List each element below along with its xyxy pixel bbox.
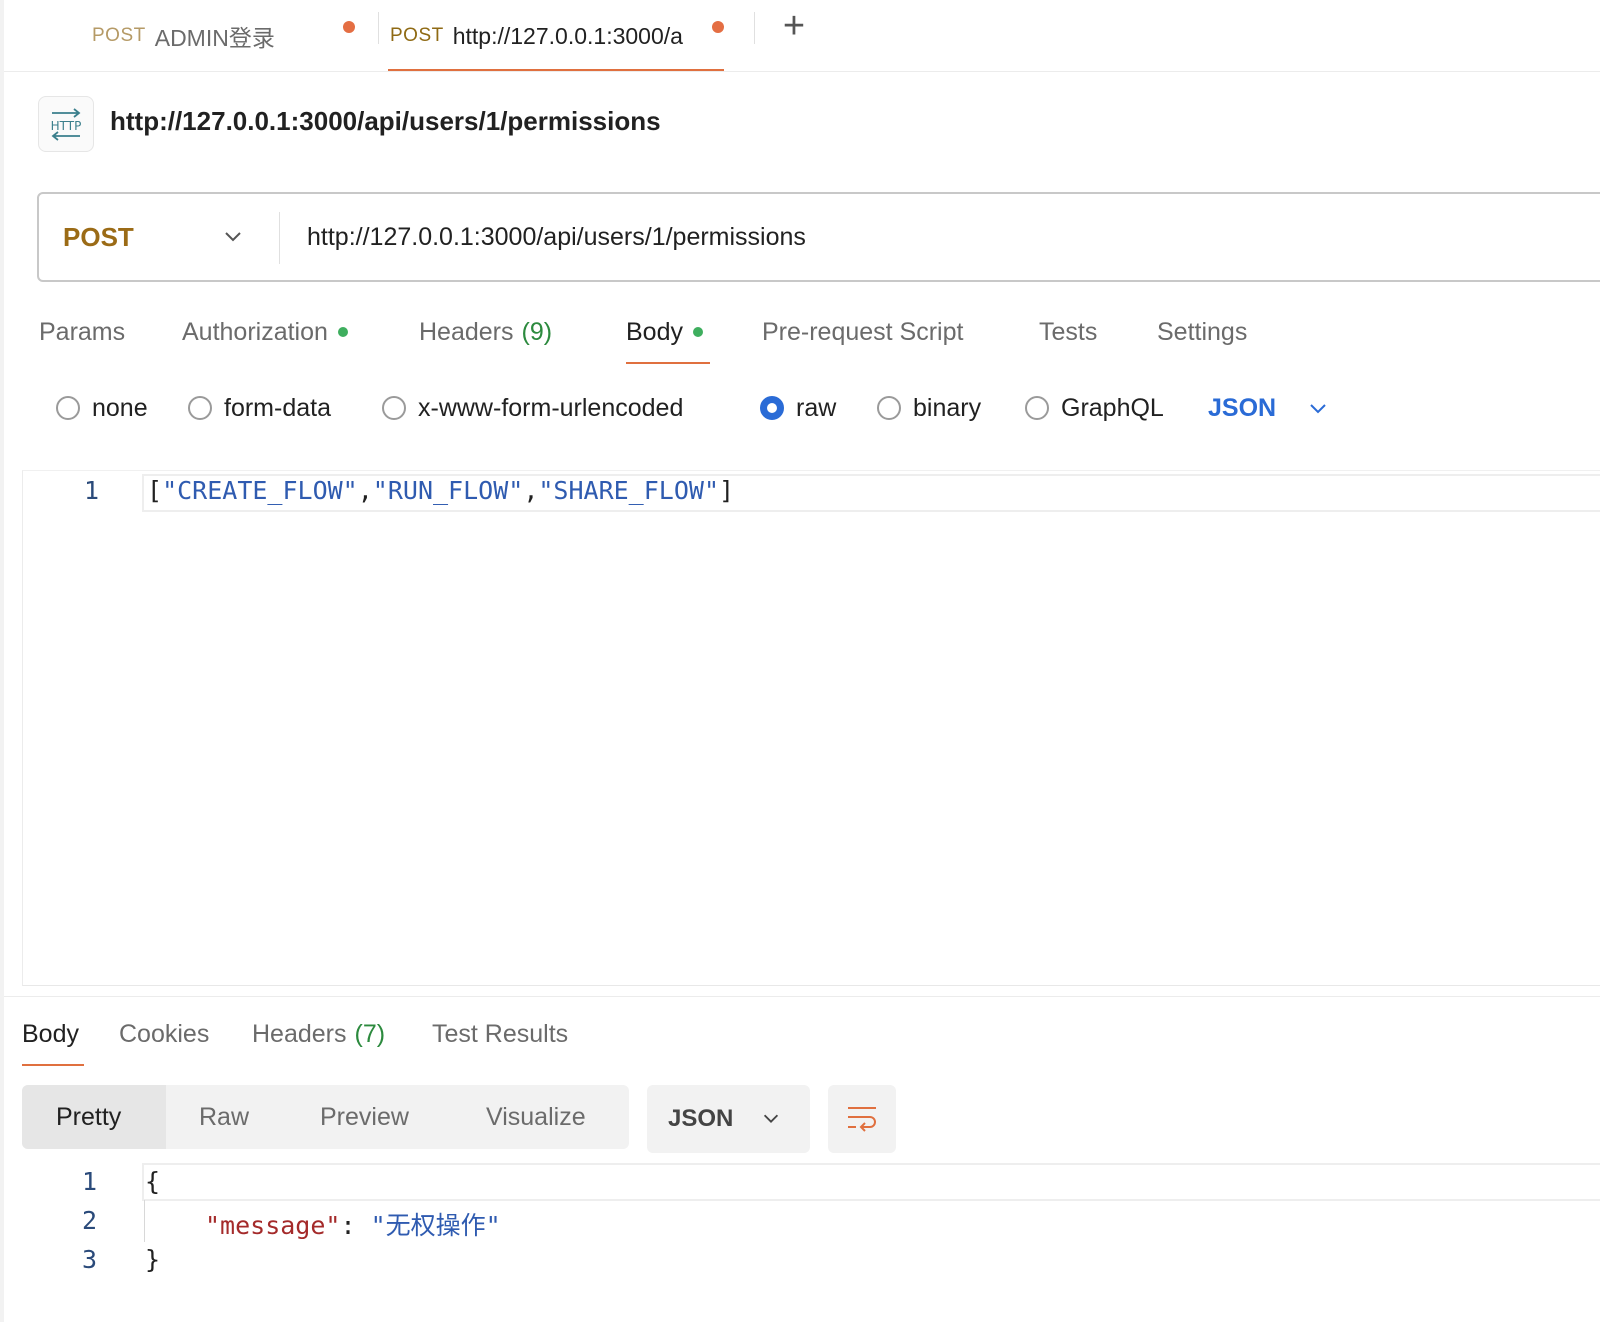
headers-count: (9) <box>521 317 553 346</box>
request-body-editor[interactable] <box>22 470 1600 986</box>
chevron-down-icon[interactable] <box>221 224 245 248</box>
line-number: 3 <box>82 1245 98 1274</box>
tab-headers[interactable]: Headers (9) <box>419 312 552 352</box>
url-divider <box>279 212 280 264</box>
response-tab-body[interactable]: Body <box>22 1014 79 1054</box>
tab-label: Authorization <box>182 317 328 346</box>
view-raw-button[interactable]: Raw <box>199 1085 249 1149</box>
tab-label: Headers <box>252 1019 347 1048</box>
tab-divider <box>754 12 755 44</box>
tab-label: Tests <box>1039 317 1098 346</box>
tab-body[interactable]: Body <box>626 312 703 352</box>
status-dot-icon <box>692 327 703 337</box>
response-format-label: JSON <box>668 1105 734 1132</box>
code-string: "RUN_FLOW" <box>372 476 524 505</box>
view-pretty-button[interactable]: Pretty <box>56 1085 121 1149</box>
response-brace-open: { <box>145 1167 161 1196</box>
body-language-select[interactable]: JSON <box>1208 390 1276 426</box>
active-tab-indicator <box>626 362 710 364</box>
tab-settings[interactable]: Settings <box>1157 312 1247 352</box>
tab-divider <box>378 12 379 44</box>
code-string: "SHARE_FLOW" <box>538 476 719 505</box>
response-brace-close: } <box>145 1245 161 1274</box>
radio-binary[interactable]: binary <box>877 390 981 426</box>
radio-label: raw <box>796 393 837 422</box>
tab-method: POST <box>390 25 444 46</box>
indent-guide <box>144 1200 145 1242</box>
code-token: , <box>523 476 539 505</box>
pane-divider[interactable] <box>4 996 1600 997</box>
tab-label: Settings <box>1157 317 1248 346</box>
radio-none[interactable]: none <box>56 390 148 426</box>
tab-pre-request-script[interactable]: Pre-request Script <box>762 312 963 352</box>
tab-params[interactable]: Params <box>39 312 125 352</box>
tab-label: Cookies <box>119 1019 210 1048</box>
chevron-down-icon[interactable] <box>1306 396 1330 420</box>
left-edge <box>0 0 4 1322</box>
request-tab-admin-login[interactable]: POST ADMIN登录 <box>92 0 362 72</box>
radio-raw[interactable]: raw <box>760 390 836 426</box>
view-visualize-button[interactable]: Visualize <box>486 1085 586 1149</box>
tab-label: Body <box>626 317 683 346</box>
line-number: 2 <box>82 1206 98 1235</box>
response-tab-cookies[interactable]: Cookies <box>119 1014 209 1054</box>
tab-title: ADMIN登录 <box>154 25 275 51</box>
radio-circle-icon <box>188 396 212 420</box>
view-preview-button[interactable]: Preview <box>320 1085 409 1149</box>
response-json-line: "message": "无权操作" <box>205 1206 501 1242</box>
new-tab-plus-icon[interactable]: + <box>774 6 814 46</box>
radio-label: none <box>92 393 148 422</box>
active-tab-indicator <box>388 69 724 71</box>
line-number: 1 <box>82 1167 98 1196</box>
radio-label: x-www-form-urlencoded <box>418 393 684 422</box>
tab-label: Test Results <box>432 1019 569 1048</box>
tab-label: Pre-request Script <box>762 317 964 346</box>
method-select[interactable]: POST <box>63 194 134 280</box>
radio-graphql[interactable]: GraphQL <box>1025 390 1164 426</box>
radio-label: GraphQL <box>1061 393 1164 422</box>
radio-form-data[interactable]: form-data <box>188 390 331 426</box>
code-token: , <box>357 476 373 505</box>
active-line-highlight <box>142 1163 1600 1201</box>
unsaved-dot-icon <box>712 21 724 33</box>
tab-label: Body <box>22 1019 79 1048</box>
tab-tests[interactable]: Tests <box>1039 312 1097 352</box>
tab-label: Params <box>39 317 126 346</box>
wrap-lines-button[interactable] <box>828 1085 896 1153</box>
code-token: [ <box>147 476 163 505</box>
request-title[interactable]: http://127.0.0.1:3000/api/users/1/permis… <box>110 106 661 137</box>
url-bar: POST http://127.0.0.1:3000/api/users/1/p… <box>37 192 1600 282</box>
radio-x-www-form-urlencoded[interactable]: x-www-form-urlencoded <box>382 390 683 426</box>
status-dot-icon <box>337 327 348 337</box>
radio-circle-icon <box>877 396 901 420</box>
unsaved-dot-icon <box>343 21 355 33</box>
tab-method: POST <box>92 25 146 46</box>
code-string: "CREATE_FLOW" <box>162 476 358 505</box>
radio-selected-icon <box>760 396 784 420</box>
http-badge-text: HTTP <box>51 119 82 133</box>
tab-title: http://127.0.0.1:3000/a <box>452 22 683 49</box>
url-input[interactable]: http://127.0.0.1:3000/api/users/1/permis… <box>307 194 806 280</box>
response-tab-test-results[interactable]: Test Results <box>432 1014 568 1054</box>
chevron-down-icon[interactable] <box>760 1107 782 1129</box>
json-key: "message" <box>205 1211 341 1240</box>
tab-authorization[interactable]: Authorization <box>182 312 348 352</box>
json-value: "无权操作" <box>370 1211 501 1240</box>
tab-label: Headers <box>419 317 514 346</box>
request-tab-permissions[interactable]: POST http://127.0.0.1:3000/a <box>390 0 728 72</box>
radio-circle-icon <box>1025 396 1049 420</box>
radio-label: form-data <box>224 393 331 422</box>
request-body-code[interactable]: ["CREATE_FLOW","RUN_FLOW","SHARE_FLOW"] <box>147 476 734 505</box>
response-tab-headers[interactable]: Headers (7) <box>252 1014 385 1054</box>
http-request-icon: HTTP <box>38 96 94 152</box>
headers-count: (7) <box>354 1019 386 1048</box>
radio-circle-icon <box>382 396 406 420</box>
code-token: ] <box>719 476 735 505</box>
active-tab-indicator <box>22 1064 84 1066</box>
radio-label: binary <box>913 393 982 422</box>
radio-circle-icon <box>56 396 80 420</box>
json-colon: : <box>340 1211 356 1240</box>
line-number: 1 <box>84 476 100 505</box>
wrap-lines-icon <box>848 1107 876 1132</box>
